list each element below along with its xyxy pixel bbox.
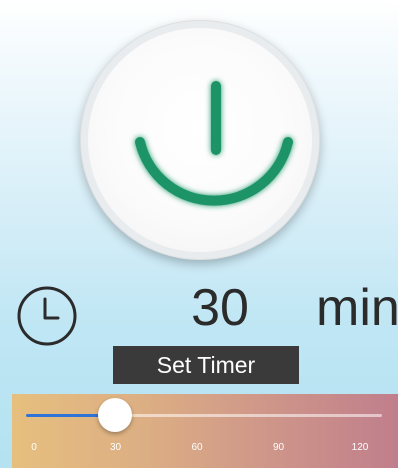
slider-tick-label: 30 xyxy=(109,442,122,453)
timer-value: 30 xyxy=(191,279,249,337)
slider-tick-label: 90 xyxy=(272,442,285,453)
power-icon xyxy=(135,81,293,206)
set-timer-button[interactable]: Set Timer xyxy=(113,346,299,384)
clock-icon xyxy=(17,286,77,346)
slider-tick-label: 0 xyxy=(31,442,37,453)
slider-tick-label: 60 xyxy=(191,442,203,453)
slider-track[interactable] xyxy=(26,414,382,417)
power-button-ring xyxy=(80,20,320,260)
slider-thumb[interactable] xyxy=(98,398,132,432)
timer-slider-panel: 0 30 60 90 120 xyxy=(12,394,398,468)
timer-unit: min xyxy=(316,279,398,337)
power-button[interactable] xyxy=(88,28,312,252)
slider-tick-label: 120 xyxy=(351,442,369,453)
